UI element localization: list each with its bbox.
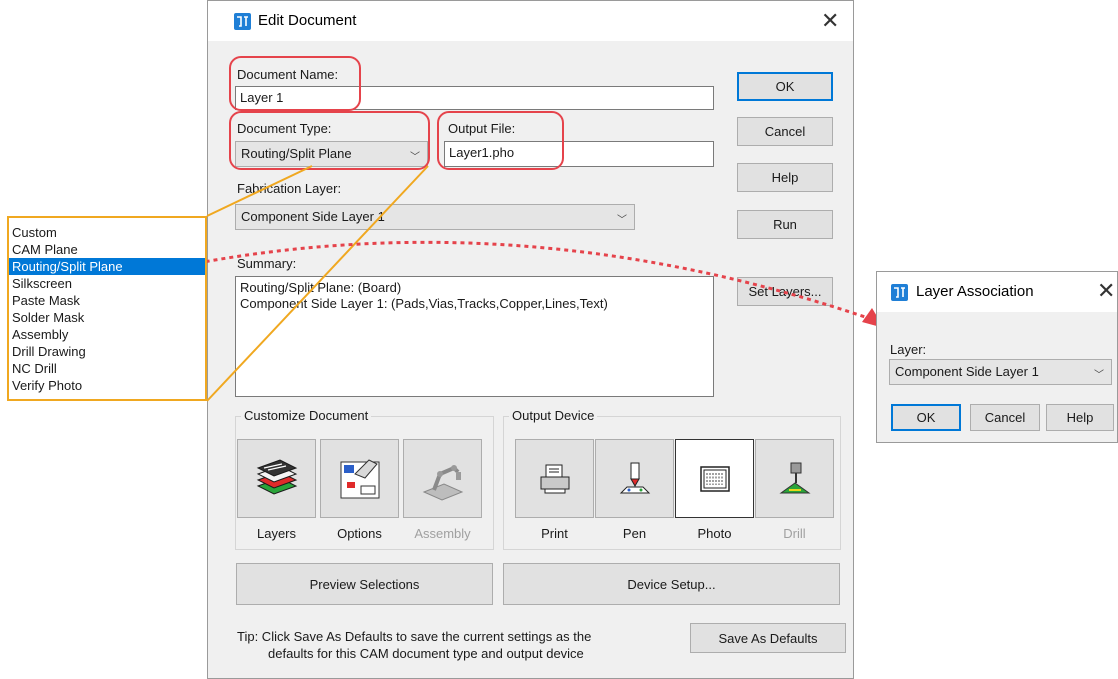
layer-value: Component Side Layer 1: [895, 364, 1039, 379]
chevron-down-icon: ﹀: [1094, 370, 1104, 381]
ok-button[interactable]: OK: [891, 404, 961, 431]
list-item[interactable]: Verify Photo: [9, 377, 205, 394]
list-item[interactable]: Assembly: [9, 326, 205, 343]
layer-combo[interactable]: Component Side Layer 1 ﹀: [889, 359, 1112, 385]
help-button[interactable]: Help: [1046, 404, 1114, 431]
list-item[interactable]: Paste Mask: [9, 292, 205, 309]
list-item[interactable]: Drill Drawing: [9, 343, 205, 360]
list-item[interactable]: NC Drill: [9, 360, 205, 377]
list-item[interactable]: Silkscreen: [9, 275, 205, 292]
close-icon[interactable]: ✕: [1097, 281, 1115, 303]
list-item[interactable]: Solder Mask: [9, 309, 205, 326]
dialog-title: Layer Association: [916, 283, 1034, 300]
cancel-button[interactable]: Cancel: [970, 404, 1040, 431]
list-item[interactable]: Custom: [9, 224, 205, 241]
title-bar: Layer Association ✕: [877, 272, 1117, 312]
layer-label: Layer:: [890, 342, 927, 357]
document-type-list[interactable]: Custom CAM Plane Routing/Split Plane Sil…: [7, 216, 207, 401]
layer-association-dialog: Layer Association ✕ Layer: Component Sid…: [876, 271, 1118, 443]
list-item[interactable]: CAM Plane: [9, 241, 205, 258]
app-icon: [891, 284, 908, 301]
list-item[interactable]: Routing/Split Plane: [9, 258, 205, 275]
